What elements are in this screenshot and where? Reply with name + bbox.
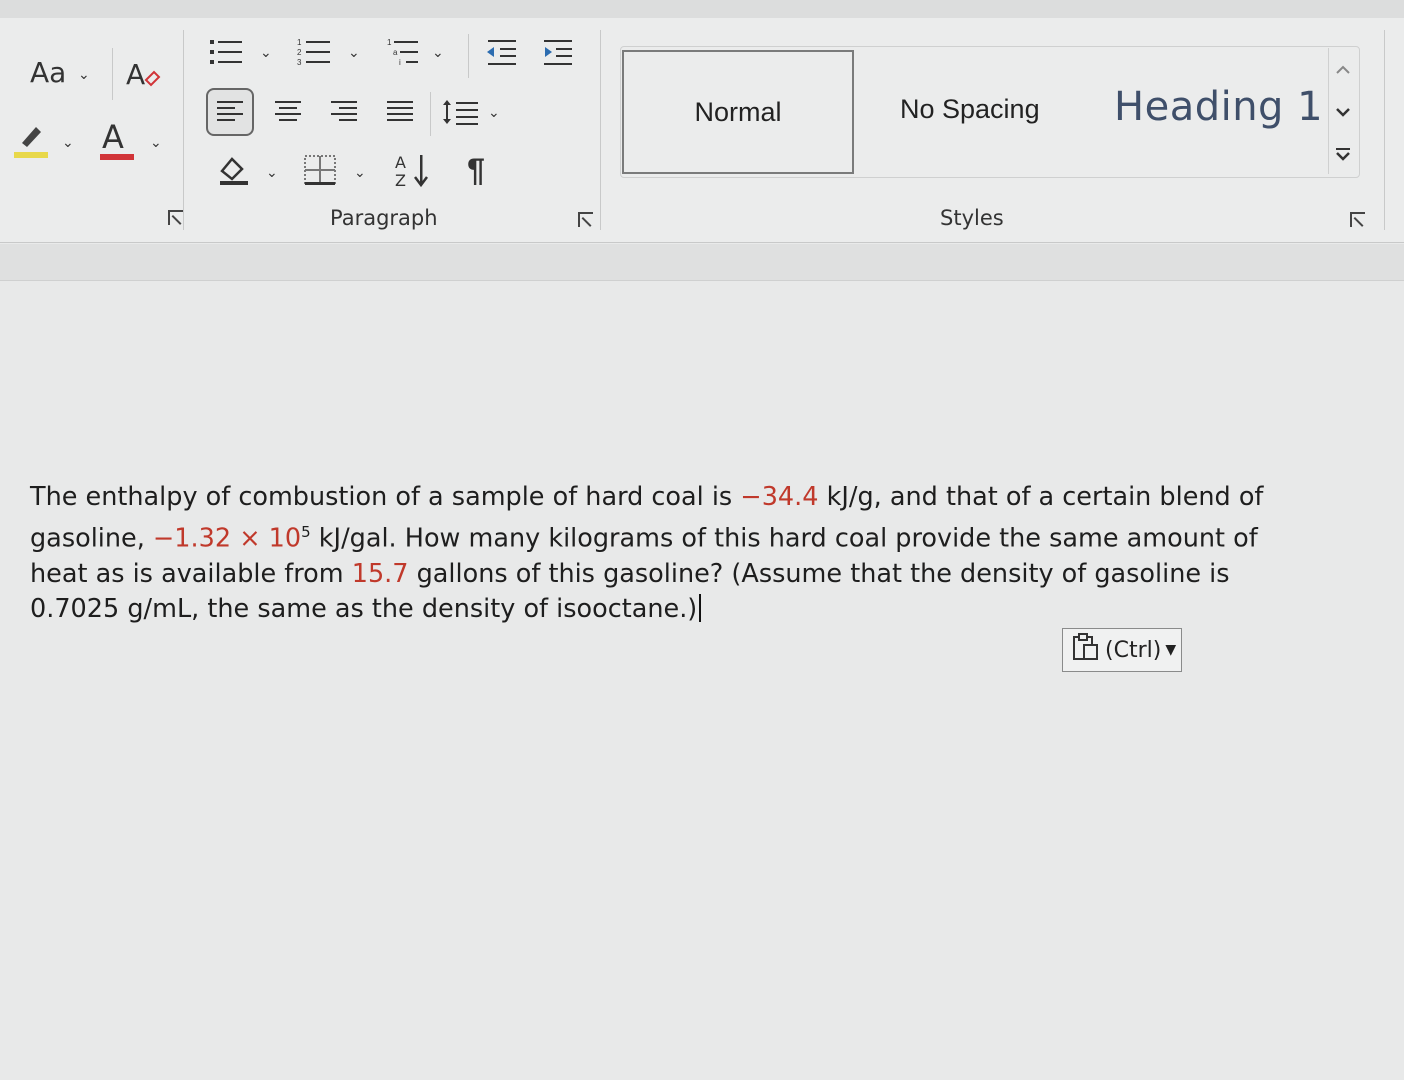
svg-text:1: 1 (387, 38, 392, 47)
paragraph-dialog-launcher-icon[interactable] (578, 212, 593, 227)
document-paragraph[interactable]: The enthalpy of combustion of a sample o… (30, 480, 1310, 627)
numbering-icon[interactable]: 123 (294, 34, 334, 70)
svg-text:3: 3 (297, 58, 302, 67)
chevron-down-icon[interactable]: ⌄ (354, 164, 366, 181)
bullets-icon[interactable] (206, 34, 246, 70)
separator (112, 48, 113, 100)
ribbon-top-edge (0, 0, 1404, 18)
exponent: 5 (301, 523, 311, 541)
svg-text:1: 1 (297, 38, 302, 47)
style-normal[interactable]: Normal (622, 50, 854, 174)
align-left-icon[interactable] (212, 94, 248, 130)
ribbon: Aa ⌄ A ⌄ A ⌄ ⌄ 123 ⌄ 1ai ⌄ ⌄ ⌄ ⌄ A Z ¶ P… (0, 0, 1404, 243)
clear-formatting-icon[interactable]: A (120, 52, 164, 96)
caret-down-icon: ▼ (1165, 642, 1177, 658)
highlighted-value: 15.7 (351, 558, 409, 589)
svg-text:A: A (126, 58, 145, 91)
change-case-button[interactable]: Aa (30, 56, 66, 89)
svg-text:a: a (393, 48, 398, 57)
svg-text:i: i (399, 58, 401, 67)
document-page[interactable] (0, 281, 1404, 1080)
style-no-spacing[interactable]: No Spacing (900, 94, 1040, 125)
shading-icon[interactable] (214, 152, 254, 188)
chevron-down-icon[interactable]: ⌄ (150, 134, 162, 151)
font-color-button[interactable]: A (102, 118, 124, 156)
text-run: The enthalpy of combustion of a sample o… (30, 482, 741, 512)
separator (468, 34, 469, 78)
highlighter-icon[interactable] (14, 120, 48, 150)
highlighted-value: × 10 (231, 523, 302, 554)
paragraph-group-label: Paragraph (330, 206, 438, 230)
paste-options-label: (Ctrl) (1105, 637, 1162, 663)
chevron-down-icon[interactable]: ⌄ (78, 66, 90, 83)
ruler-band (0, 244, 1404, 281)
text-cursor (699, 593, 702, 622)
gallery-scroll-up-icon[interactable] (1328, 50, 1358, 90)
chevron-down-icon[interactable]: ⌄ (260, 44, 272, 61)
svg-text:2: 2 (297, 48, 302, 57)
styles-dialog-launcher-icon[interactable] (1350, 212, 1365, 227)
sort-icon[interactable]: AZ (392, 150, 434, 190)
line-spacing-icon[interactable] (440, 94, 482, 130)
separator (1384, 30, 1385, 230)
highlight-color-bar (14, 152, 48, 158)
gallery-more-icon[interactable] (1328, 134, 1358, 174)
align-center-icon[interactable] (270, 94, 306, 130)
justify-icon[interactable] (382, 94, 418, 130)
highlighted-value: −1.32 (152, 523, 232, 554)
chevron-down-icon[interactable]: ⌄ (432, 44, 444, 61)
align-right-icon[interactable] (326, 94, 362, 130)
separator (600, 30, 601, 230)
font-dialog-launcher-icon[interactable] (168, 210, 183, 225)
clipboard-icon (1071, 632, 1101, 668)
decrease-indent-icon[interactable] (482, 34, 522, 70)
highlighted-value: −34.4 (740, 482, 819, 512)
borders-icon[interactable] (300, 152, 340, 188)
separator (183, 30, 184, 230)
chevron-down-icon[interactable]: ⌄ (62, 134, 74, 151)
gallery-scroll-down-icon[interactable] (1328, 92, 1358, 132)
separator (430, 92, 431, 136)
svg-text:Z: Z (395, 171, 406, 189)
styles-group-label: Styles (940, 206, 1004, 230)
increase-indent-icon[interactable] (538, 34, 578, 70)
show-formatting-marks-icon[interactable]: ¶ (460, 150, 492, 190)
chevron-down-icon[interactable]: ⌄ (348, 44, 360, 61)
svg-text:A: A (395, 153, 406, 172)
style-heading-1[interactable]: Heading 1 (1114, 84, 1323, 130)
chevron-down-icon[interactable]: ⌄ (488, 104, 500, 121)
font-color-bar (100, 154, 134, 160)
multilevel-list-icon[interactable]: 1ai (382, 34, 422, 70)
paste-options-button[interactable]: (Ctrl) ▼ (1062, 628, 1182, 672)
chevron-down-icon[interactable]: ⌄ (266, 164, 278, 181)
